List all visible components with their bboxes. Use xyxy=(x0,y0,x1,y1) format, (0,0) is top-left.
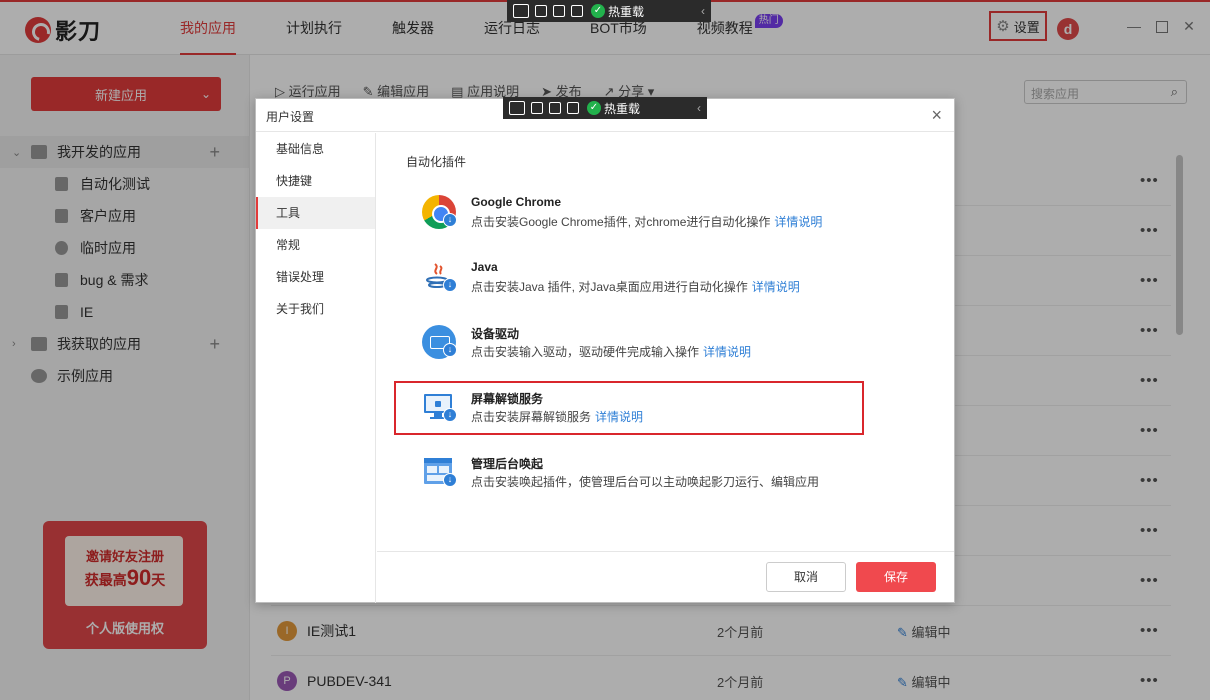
capture-toolbar-dialog: ✓ 热重载 ‹ xyxy=(503,97,707,119)
plugin-desc: 点击安装唤起插件，使管理后台可以主动唤起影刀运行、编辑应用 xyxy=(471,473,819,490)
collapse-arrow-icon[interactable]: ‹ xyxy=(701,4,705,18)
capture-toolbar-top: ✓ 热重载 ‹ xyxy=(507,0,711,22)
plugin-admin-wakeup[interactable]: ↓ 管理后台唤起 点击安装唤起插件，使管理后台可以主动唤起影刀运行、编辑应用 xyxy=(422,451,942,495)
download-icon: ↓ xyxy=(443,278,457,292)
check-icon: ✓ xyxy=(587,101,601,115)
hot-reload-toggle[interactable]: ✓ 热重载 xyxy=(591,3,644,20)
check-icon: ✓ xyxy=(591,4,605,18)
download-icon: ↓ xyxy=(443,213,457,227)
capture-element-icon[interactable] xyxy=(509,101,525,115)
plugin-desc: 点击安装输入驱动，驱动硬件完成输入操作 详情说明 xyxy=(471,343,751,360)
plugin-device-driver[interactable]: ↓ 设备驱动 点击安装输入驱动，驱动硬件完成输入操作 详情说明 xyxy=(422,321,942,365)
details-link[interactable]: 详情说明 xyxy=(703,345,751,359)
menu-about-us[interactable]: 关于我们 xyxy=(256,293,375,325)
details-link[interactable]: 详情说明 xyxy=(752,280,800,294)
plugin-name: 管理后台唤起 xyxy=(471,457,544,471)
plugin-desc: 点击安装Java 插件, 对Java桌面应用进行自动化操作 详情说明 xyxy=(471,278,800,295)
capture-pointer-icon[interactable] xyxy=(535,5,547,17)
user-settings-dialog: 用户设置 × 基础信息 快捷键 工具 常规 错误处理 关于我们 自动化插件 ↓ … xyxy=(255,98,955,603)
collapse-arrow-icon[interactable]: ‹ xyxy=(697,101,701,115)
plugin-java[interactable]: ↓ Java 点击安装Java 插件, 对Java桌面应用进行自动化操作 详情说明 xyxy=(422,256,942,300)
hot-reload-toggle[interactable]: ✓ 热重载 xyxy=(587,100,640,117)
settings-content: 自动化插件 ↓ Google Chrome 点击安装Google Chrome插… xyxy=(377,133,954,551)
capture-region-icon[interactable] xyxy=(567,102,579,114)
menu-tools[interactable]: 工具 xyxy=(256,197,375,229)
dialog-footer: 取消 保存 xyxy=(377,551,954,603)
highlight-box xyxy=(394,381,864,435)
section-title: 自动化插件 xyxy=(406,155,467,169)
save-button[interactable]: 保存 xyxy=(856,562,936,592)
close-icon[interactable]: × xyxy=(931,105,942,126)
menu-basic-info[interactable]: 基础信息 xyxy=(256,133,375,165)
plugin-chrome[interactable]: ↓ Google Chrome 点击安装Google Chrome插件, 对ch… xyxy=(422,191,942,235)
plugin-desc: 点击安装Google Chrome插件, 对chrome进行自动化操作 详情说明 xyxy=(471,213,822,230)
menu-general[interactable]: 常规 xyxy=(256,229,375,261)
plugin-desc-text: 点击安装Google Chrome插件, 对chrome进行自动化操作 xyxy=(471,215,771,229)
details-link[interactable]: 详情说明 xyxy=(774,215,822,229)
capture-element-icon[interactable] xyxy=(513,4,529,18)
capture-pointer-icon[interactable] xyxy=(531,102,543,114)
download-icon: ↓ xyxy=(443,343,457,357)
settings-menu: 基础信息 快捷键 工具 常规 错误处理 关于我们 xyxy=(256,133,376,603)
hot-reload-label: 热重载 xyxy=(604,101,641,116)
capture-window-icon[interactable] xyxy=(553,5,565,17)
hot-reload-label: 热重载 xyxy=(608,4,645,19)
plugin-desc-text: 点击安装Java 插件, 对Java桌面应用进行自动化操作 xyxy=(471,280,748,294)
menu-error-handling[interactable]: 错误处理 xyxy=(256,261,375,293)
plugin-name: Java xyxy=(471,260,498,274)
plugin-desc-text: 点击安装输入驱动，驱动硬件完成输入操作 xyxy=(471,345,700,359)
cancel-button[interactable]: 取消 xyxy=(766,562,846,592)
capture-region-icon[interactable] xyxy=(571,5,583,17)
plugin-name: Google Chrome xyxy=(471,195,562,209)
capture-window-icon[interactable] xyxy=(549,102,561,114)
download-icon: ↓ xyxy=(443,473,457,487)
plugin-name: 设备驱动 xyxy=(471,327,520,341)
dialog-title: 用户设置 xyxy=(266,110,315,124)
menu-shortcuts[interactable]: 快捷键 xyxy=(256,165,375,197)
plugin-desc-text: 点击安装唤起插件，使管理后台可以主动唤起影刀运行、编辑应用 xyxy=(471,475,820,489)
